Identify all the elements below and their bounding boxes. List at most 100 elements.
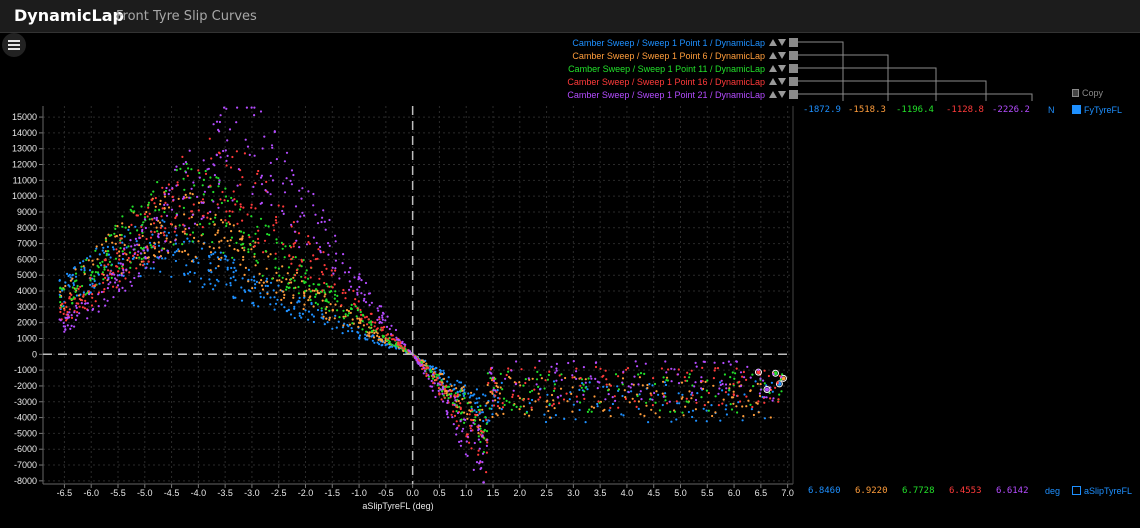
data-point [317, 283, 320, 286]
data-point [244, 138, 247, 141]
triangle-up-icon[interactable] [769, 52, 777, 59]
data-point [381, 343, 384, 347]
data-point [378, 305, 381, 308]
data-point [287, 266, 291, 269]
square-toggle-icon[interactable] [789, 64, 798, 73]
legend-entry[interactable]: Camber Sweep / Sweep 1 Point 6 / Dynamic… [567, 49, 798, 62]
data-point [489, 377, 492, 380]
data-point [285, 285, 288, 288]
triangle-down-icon[interactable] [778, 52, 786, 59]
data-point [356, 288, 359, 291]
data-point [503, 403, 506, 407]
data-point [191, 240, 194, 243]
x-channel-selector[interactable]: aSlipTyreFL [1072, 486, 1132, 496]
data-point [395, 336, 398, 339]
triangle-up-icon[interactable] [769, 65, 777, 72]
data-point [714, 411, 717, 414]
data-point [129, 266, 132, 269]
square-toggle-icon[interactable] [789, 38, 798, 47]
data-point [539, 373, 542, 377]
data-point [154, 196, 157, 200]
triangle-down-icon[interactable] [778, 78, 786, 85]
data-point [462, 394, 465, 397]
data-point [346, 323, 349, 327]
legend-entry[interactable]: Camber Sweep / Sweep 1 Point 16 / Dynami… [567, 75, 798, 88]
x-tick-label: -5.0 [137, 488, 153, 498]
data-point [247, 289, 250, 292]
data-point [176, 181, 179, 184]
data-point [543, 413, 546, 416]
data-point [530, 408, 533, 411]
data-point [253, 279, 256, 282]
legend-entry[interactable]: Camber Sweep / Sweep 1 Point 1 / Dynamic… [567, 36, 798, 49]
data-point [455, 420, 458, 423]
data-point [247, 268, 250, 271]
data-point [78, 305, 81, 308]
data-point [193, 271, 196, 275]
data-point [263, 135, 266, 138]
data-point [763, 369, 766, 372]
data-point [759, 388, 763, 391]
data-point [701, 366, 704, 369]
data-point [131, 205, 134, 208]
data-point [217, 182, 221, 185]
legend-entry[interactable]: Camber Sweep / Sweep 1 Point 21 / Dynami… [567, 88, 798, 101]
y-channel-selector[interactable]: FyTyreFL [1072, 105, 1122, 115]
square-toggle-icon[interactable] [789, 51, 798, 60]
square-toggle-icon[interactable] [789, 90, 798, 99]
data-point [478, 418, 482, 421]
data-point [586, 388, 589, 391]
data-point [91, 296, 94, 299]
triangle-up-icon[interactable] [769, 91, 777, 98]
data-point [281, 182, 285, 185]
data-point [165, 214, 169, 217]
data-point [264, 284, 267, 287]
data-point [457, 424, 460, 427]
data-point [175, 250, 178, 253]
data-point [466, 454, 469, 457]
data-point [191, 213, 194, 216]
data-point [157, 233, 160, 236]
legend-entry[interactable]: Camber Sweep / Sweep 1 Point 11 / Dynami… [567, 62, 798, 75]
data-point [472, 468, 475, 471]
y-tick-label: 11000 [13, 175, 37, 185]
data-point [242, 255, 245, 259]
data-point [466, 435, 469, 438]
triangle-down-icon[interactable] [778, 91, 786, 98]
data-point [384, 337, 387, 340]
data-point [59, 286, 62, 289]
data-point [301, 312, 304, 315]
triangle-down-icon[interactable] [778, 65, 786, 72]
data-point [317, 248, 320, 251]
copy-button[interactable]: Copy [1072, 88, 1103, 98]
data-point [459, 381, 463, 384]
data-point [217, 177, 220, 180]
data-point [175, 184, 178, 187]
data-point [159, 203, 162, 206]
data-point [360, 279, 363, 282]
data-point [342, 309, 345, 312]
data-point [257, 305, 260, 308]
data-point [260, 183, 264, 186]
data-point [231, 199, 234, 202]
data-point [710, 404, 713, 407]
data-point [725, 387, 728, 390]
data-point [627, 391, 630, 394]
triangle-up-icon[interactable] [769, 78, 777, 85]
data-point [653, 382, 657, 386]
triangle-down-icon[interactable] [778, 39, 786, 46]
data-point [174, 227, 177, 230]
data-point [164, 189, 167, 193]
triangle-up-icon[interactable] [769, 39, 777, 46]
data-point [707, 391, 711, 395]
data-point [327, 301, 330, 304]
data-point [204, 172, 208, 175]
data-point [657, 393, 660, 396]
data-point [277, 204, 280, 207]
data-point [182, 206, 185, 209]
data-point [225, 222, 228, 225]
square-toggle-icon[interactable] [789, 77, 798, 86]
data-point [336, 309, 339, 312]
y-tick-label: -2000 [14, 381, 37, 391]
data-point [128, 251, 132, 254]
